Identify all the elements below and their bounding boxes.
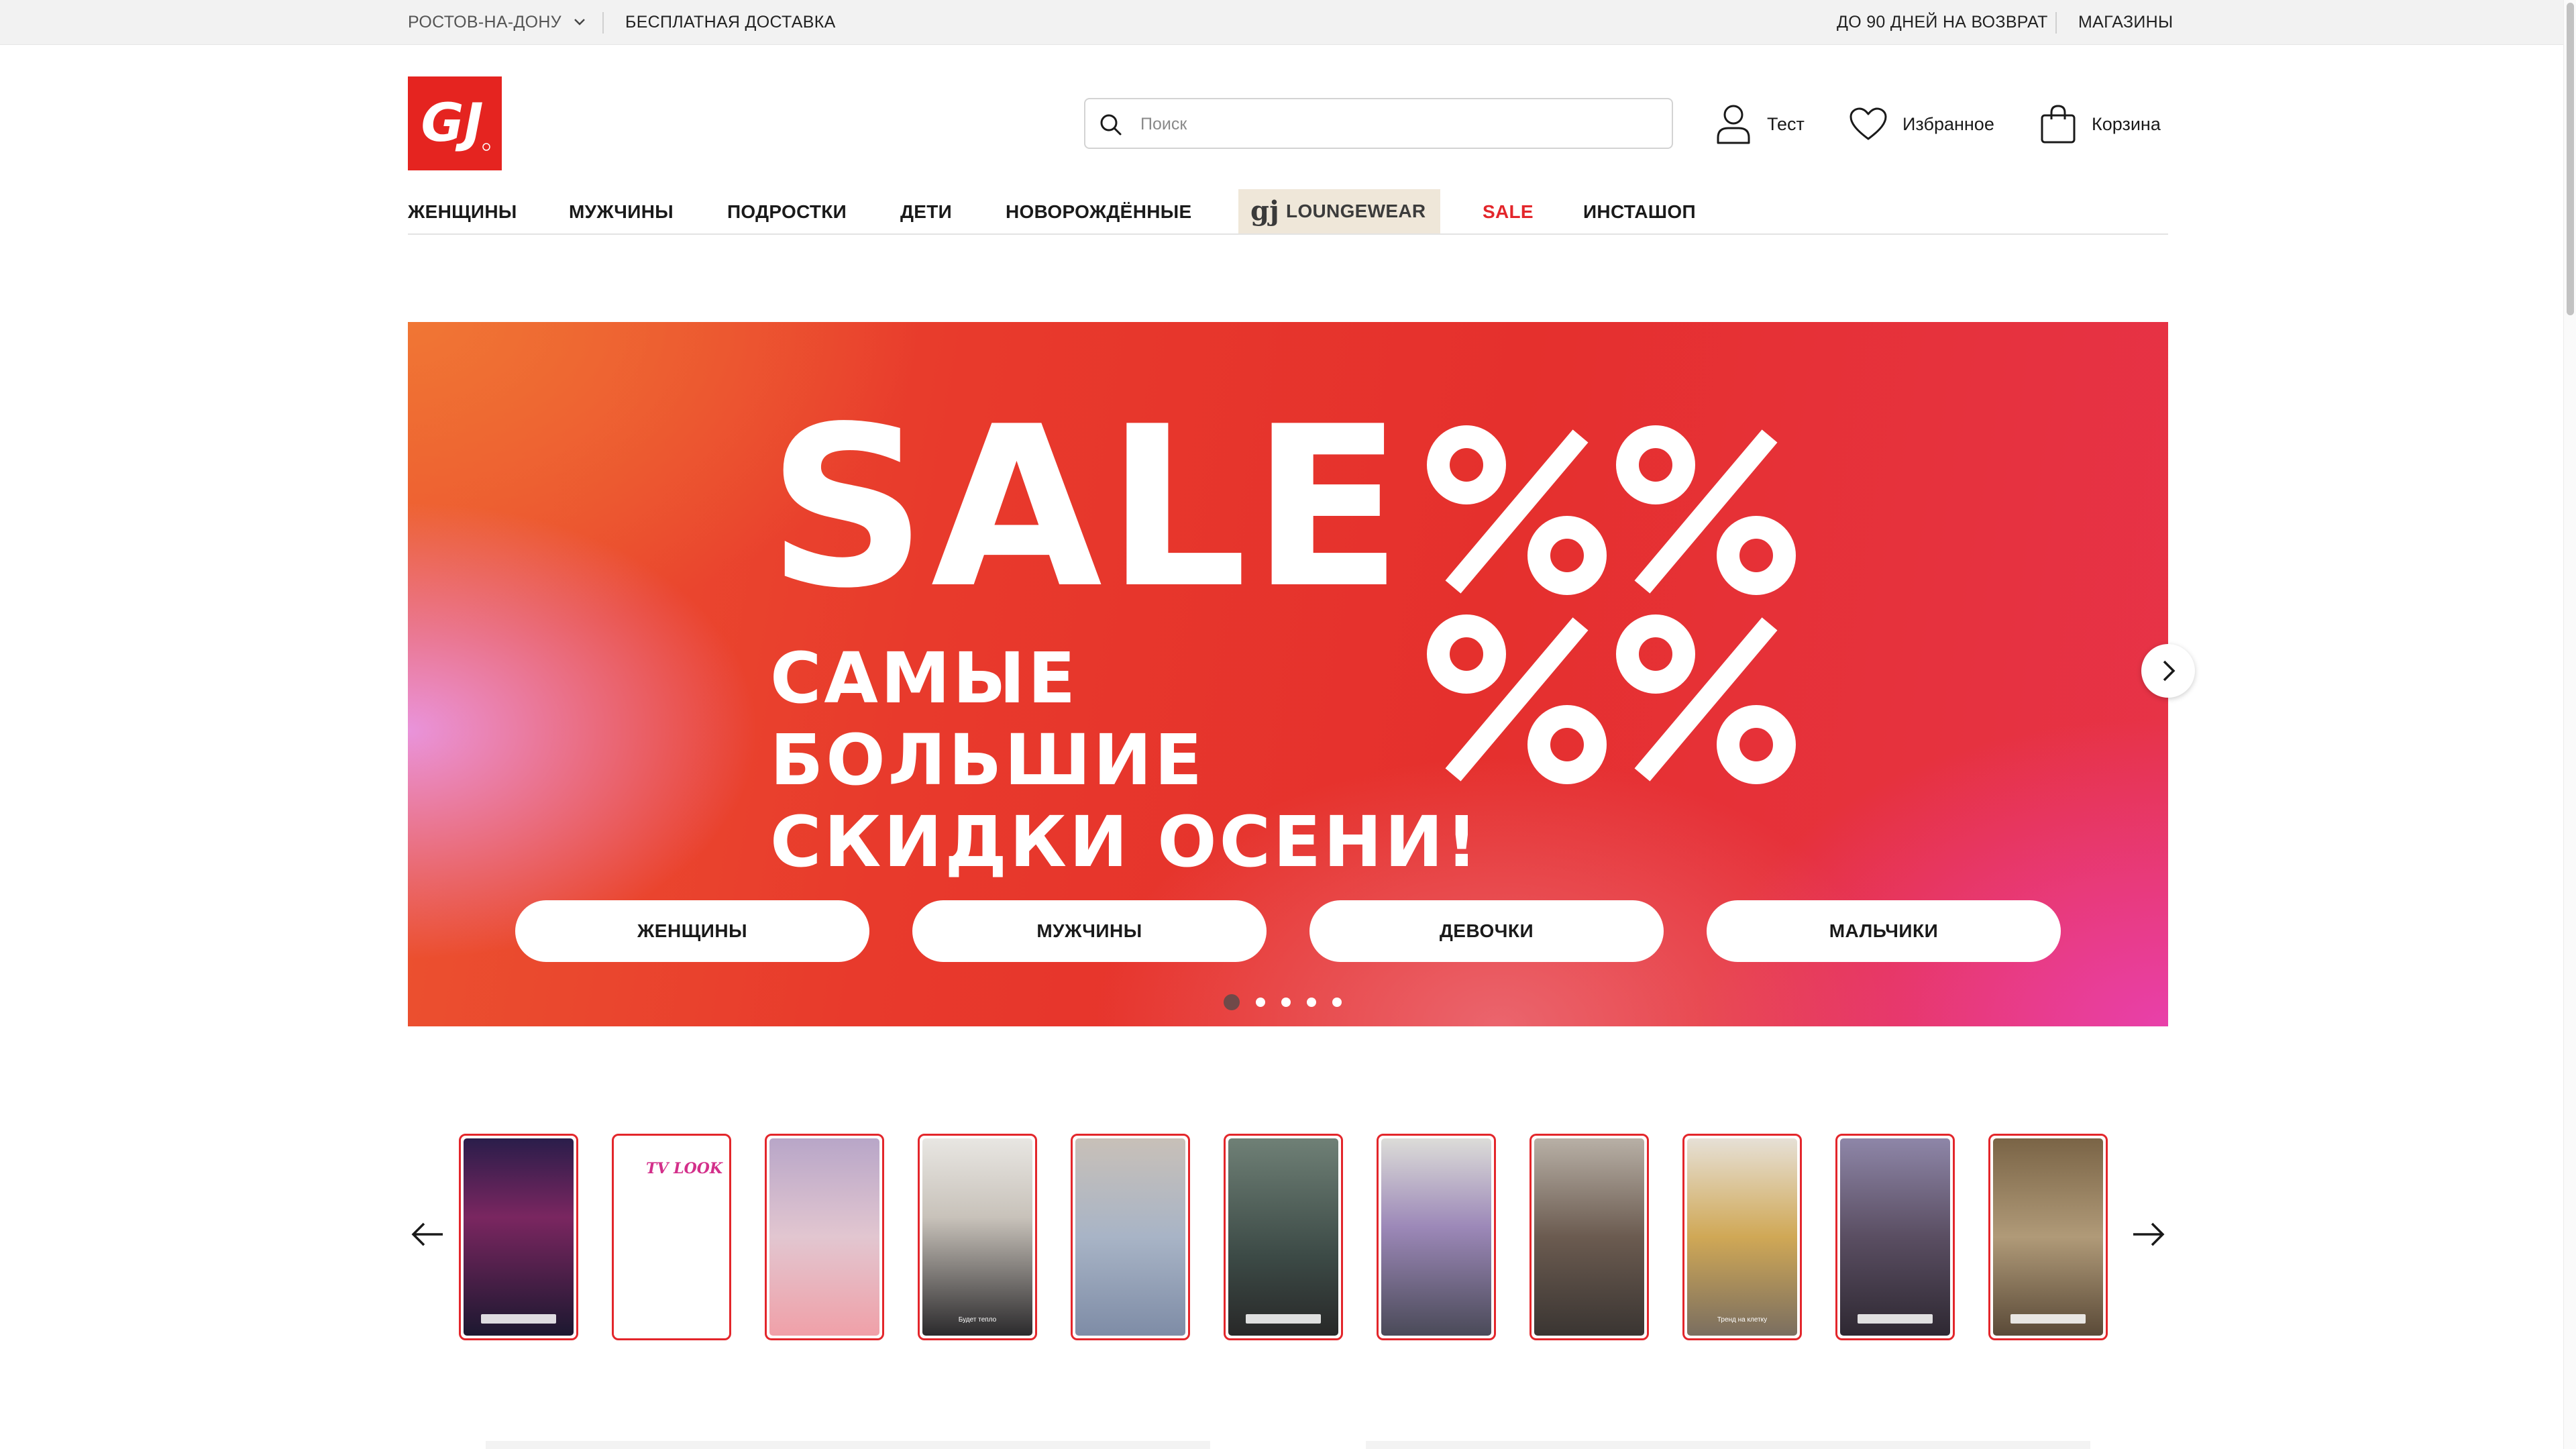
main-navigation: ЖЕНЩИНЫ МУЖЧИНЫ ПОДРОСТКИ ДЕТИ НОВОРОЖДЁ… [408,189,2168,235]
story-thumbnail[interactable] [1071,1134,1190,1340]
story-image [1381,1138,1491,1336]
search-input[interactable] [1139,99,1652,149]
story-tag [1858,1314,1933,1324]
arrow-left-icon[interactable] [409,1216,447,1253]
free-delivery-link[interactable]: БЕСПЛАТНАЯ ДОСТАВКА [625,0,836,44]
arrow-right-icon[interactable] [2129,1216,2167,1253]
hero-button-women[interactable]: ЖЕНЩИНЫ [515,900,869,962]
stories-carousel: TV LOOK Будет тепло Тренд на клетку [408,1134,2168,1343]
favorites-link[interactable]: Избранное [1849,101,1994,148]
return-policy-link[interactable]: ДО 90 ДНЕЙ НА ВОЗВРАТ [1837,0,2048,44]
nav-item-teens[interactable]: ПОДРОСТКИ [727,189,847,233]
account-label: Тест [1767,113,1805,134]
hero-button-girls[interactable]: ДЕВОЧКИ [1309,900,1664,962]
nav-item-kids[interactable]: ДЕТИ [900,189,952,233]
city-selector[interactable]: РОСТОВ-НА-ДОНУ [408,0,586,44]
search-box[interactable] [1084,98,1673,149]
story-thumbnail[interactable]: Будет тепло [918,1134,1037,1340]
heart-icon [1849,107,1887,140]
carousel-dot-4[interactable] [1307,998,1316,1007]
story-thumbnail[interactable] [459,1134,578,1340]
hero-subtitle-line-1: САМЫЕ БОЛЬШИЕ [770,637,1205,801]
hero-banner[interactable]: SALE САМЫЕ БОЛЬШИЕ СКИДКИ ОСЕНИ! ЖЕНЩИНЫ… [408,322,2168,1026]
hero-subtitle-line-2: СКИДКИ ОСЕНИ! [770,801,1481,883]
nav-item-loungewear[interactable]: gj LOUNGEWEAR [1238,189,1441,233]
story-image [1993,1138,2103,1336]
nav-item-women[interactable]: ЖЕНЩИНЫ [408,189,517,233]
account-link[interactable]: Тест [1715,101,1805,148]
gj-logo-icon: GJ [421,93,490,154]
favorites-label: Избранное [1902,113,1994,134]
search-icon[interactable] [1097,111,1124,138]
story-thumbnail[interactable]: Тренд на клетку [1682,1134,1802,1340]
tv-look-label: TV LOOK [646,1160,723,1177]
story-thumbnail[interactable] [1988,1134,2108,1340]
story-thumbnail[interactable] [1835,1134,1955,1340]
chevron-right-icon [2163,660,2176,682]
story-image [1840,1138,1950,1336]
story-image: Будет тепло [922,1138,1032,1336]
hero-title: SALE [767,379,1407,637]
brand-logo[interactable]: GJ [408,76,502,170]
story-thumbnail[interactable] [765,1134,884,1340]
story-image [464,1138,574,1336]
stores-link[interactable]: МАГАЗИНЫ [2078,0,2173,44]
nav-item-instashop[interactable]: ИНСТАШОП [1583,189,1696,233]
carousel-dot-1[interactable] [1224,994,1240,1010]
carousel-dot-2[interactable] [1256,998,1265,1007]
scrollbar-thumb[interactable] [2567,3,2574,315]
hero-button-men[interactable]: МУЖЧИНЫ [912,900,1267,962]
story-tag [2010,1314,2086,1324]
svg-text:GJ: GJ [421,93,483,154]
page-scrollbar[interactable] [2563,0,2576,1449]
story-tag [1246,1314,1321,1324]
story-thumbnail[interactable] [1529,1134,1649,1340]
story-image [1534,1138,1644,1336]
carousel-dot-3[interactable] [1281,998,1291,1007]
story-thumbnail[interactable] [1377,1134,1496,1340]
top-info-bar: РОСТОВ-НА-ДОНУ БЕСПЛАТНАЯ ДОСТАВКА ДО 90… [0,0,2564,45]
carousel-pagination [1224,994,1342,1010]
content-card-stub [1366,1441,2090,1449]
carousel-next-button[interactable] [2141,644,2195,698]
loungewear-logo-icon: gj [1250,195,1280,227]
carousel-dot-5[interactable] [1332,998,1342,1007]
percent-signs-graphic [1427,425,1796,784]
cart-link[interactable]: Корзина [2039,101,2161,148]
divider [602,12,604,34]
content-card-stub [486,1441,1210,1449]
story-image: TV LOOK [616,1138,727,1336]
divider [2055,12,2057,34]
chevron-down-icon [574,19,585,25]
story-image [769,1138,879,1336]
hero-button-boys[interactable]: МАЛЬЧИКИ [1707,900,2061,962]
cart-label: Корзина [2092,113,2161,134]
story-image [1228,1138,1338,1336]
story-tag [481,1314,556,1324]
story-caption: Тренд на клетку [1717,1316,1768,1324]
story-image: Тренд на клетку [1687,1138,1797,1336]
city-label: РОСТОВ-НА-ДОНУ [408,13,561,32]
nav-item-newborns[interactable]: НОВОРОЖДЁННЫЕ [1006,189,1191,233]
shopping-bag-icon [2041,105,2076,144]
hero-subtitle: САМЫЕ БОЛЬШИЕ СКИДКИ ОСЕНИ! [770,637,1508,883]
nav-item-sale[interactable]: SALE [1483,189,1534,233]
story-thumbnail[interactable] [1224,1134,1343,1340]
story-caption: Будет тепло [958,1316,997,1324]
nav-item-men[interactable]: МУЖЧИНЫ [569,189,674,233]
story-image [1075,1138,1185,1336]
story-thumbnail[interactable]: TV LOOK [612,1134,731,1340]
user-icon [1717,105,1750,144]
loungewear-label: LOUNGEWEAR [1286,201,1426,221]
